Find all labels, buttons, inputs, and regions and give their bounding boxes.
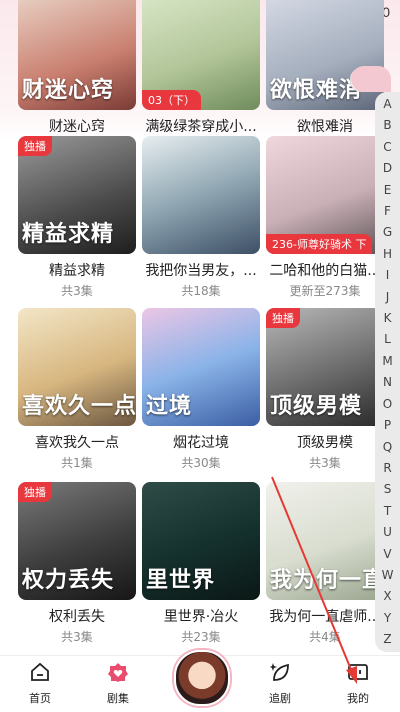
drama-card[interactable]: 我把你当男友，... 共18集 xyxy=(142,136,262,298)
exclusive-badge: 独播 xyxy=(266,308,300,328)
drama-cover[interactable]: 03（下） xyxy=(142,0,260,110)
drama-title[interactable]: 喜欢我久一点 xyxy=(18,432,136,452)
profile-icon xyxy=(348,662,368,682)
center-avatar-button[interactable] xyxy=(174,650,230,706)
alphabet-letter[interactable]: E xyxy=(384,180,392,201)
alphabet-letter[interactable]: M xyxy=(382,351,392,372)
alphabet-letters: ABCDEFGHIJKLMNOPQRSTUVWXYZ xyxy=(375,94,400,651)
home-icon xyxy=(30,662,50,682)
drama-card[interactable]: 权力丢失 独播权利丢失共3集 xyxy=(18,482,138,644)
drama-episode-count: 共3集 xyxy=(61,630,93,644)
drama-cover[interactable]: 欲恨难消 xyxy=(266,0,384,110)
alphabet-letter[interactable]: S xyxy=(384,479,392,500)
alphabet-letter[interactable]: B xyxy=(383,115,391,136)
drama-title[interactable]: 权利丢失 xyxy=(18,606,136,626)
leaf-star-icon xyxy=(270,662,290,682)
cover-title-art: 权力丢失 xyxy=(22,567,115,593)
drama-title[interactable]: 财迷心窍 xyxy=(18,116,136,136)
drama-episode-count: 共18集 xyxy=(181,284,221,298)
alphabet-letter[interactable]: G xyxy=(383,222,392,243)
drama-episode-count: 共30集 xyxy=(181,456,221,470)
drama-title[interactable]: 欲恨难消 xyxy=(266,116,384,136)
alphabet-letter[interactable]: P xyxy=(384,415,391,436)
alphabet-letter[interactable]: Y xyxy=(384,608,391,629)
alphabet-letter[interactable]: D xyxy=(383,158,392,179)
alphabet-letter[interactable]: V xyxy=(383,544,391,565)
drama-card[interactable]: 财迷心窍财迷心窍更新至3集 xyxy=(18,0,138,154)
nav-dramas[interactable]: 剧集 xyxy=(88,656,148,712)
alphabet-letter[interactable]: X xyxy=(383,586,391,607)
cover-title-art: 精益求精 xyxy=(22,221,115,247)
drama-card[interactable]: 顶级男模 独播顶级男模共3集 xyxy=(266,308,386,470)
drama-title[interactable]: 里世界·冶火 xyxy=(142,606,260,626)
drama-cover[interactable]: 我为何一直虐师尊 xyxy=(266,482,384,600)
drama-episode-count: 共4集 xyxy=(309,630,341,644)
cover-title-art: 财迷心窍 xyxy=(22,77,115,103)
alphabet-letter[interactable]: N xyxy=(383,372,392,393)
drama-card[interactable]: 精益求精 独播精益求精共3集 xyxy=(18,136,138,298)
alphabet-letter[interactable]: O xyxy=(383,394,392,415)
alphabet-letter[interactable]: R xyxy=(383,458,391,479)
nav-dramas-label: 剧集 xyxy=(107,692,129,705)
exclusive-badge: 独播 xyxy=(18,482,52,502)
nav-following-label: 追剧 xyxy=(269,692,291,705)
drama-episode-count: 共3集 xyxy=(309,456,341,470)
cover-title-art: 过境 xyxy=(146,393,193,419)
drama-cover[interactable] xyxy=(142,136,260,254)
drama-episode-count: 共3集 xyxy=(61,284,93,298)
drama-title[interactable]: 我为何一直虐师... xyxy=(266,606,384,626)
drama-cover[interactable]: 精益求精 独播 xyxy=(18,136,136,254)
alphabet-letter[interactable]: F xyxy=(384,201,391,222)
drama-card[interactable]: 里世界里世界·冶火共23集 xyxy=(142,482,262,644)
alphabet-letter[interactable]: L xyxy=(384,329,391,350)
cover-title-art: 顶级男模 xyxy=(270,393,363,419)
drama-cover[interactable]: 236-师尊好骑术 下 xyxy=(266,136,384,254)
episode-badge: 03（下） xyxy=(142,90,201,110)
drama-title[interactable]: 满级绿茶穿成小... xyxy=(142,116,260,136)
nav-following[interactable]: 追剧 xyxy=(250,656,310,712)
drama-card[interactable]: 03（下）满级绿茶穿成小...更新至20集 xyxy=(142,0,262,154)
alphabet-letter[interactable]: Q xyxy=(383,437,392,458)
drama-cover[interactable]: 喜欢久一点 xyxy=(18,308,136,426)
alphabet-index-tab xyxy=(351,66,391,92)
nav-home[interactable]: 首页 xyxy=(10,656,70,712)
alphabet-letter[interactable]: I xyxy=(386,265,390,286)
drama-cover[interactable]: 过境 xyxy=(142,308,260,426)
nav-home-label: 首页 xyxy=(29,692,51,705)
nav-profile-label: 我的 xyxy=(347,692,369,705)
alphabet-letter[interactable]: U xyxy=(383,522,392,543)
nav-profile[interactable]: 我的 xyxy=(328,656,388,712)
drama-cover[interactable]: 里世界 xyxy=(142,482,260,600)
drama-title[interactable]: 我把你当男友，... xyxy=(142,260,260,280)
drama-card[interactable]: 过境烟花过境共30集 xyxy=(142,308,262,470)
drama-cover[interactable]: 财迷心窍 xyxy=(18,0,136,110)
drama-title[interactable]: 顶级男模 xyxy=(266,432,384,452)
drama-episode-count: 共1集 xyxy=(61,456,93,470)
episode-badge: 236-师尊好骑术 下 xyxy=(266,234,373,254)
alphabet-letter[interactable]: W xyxy=(382,565,394,586)
alphabet-letter[interactable]: K xyxy=(384,308,392,329)
drama-episode-count: 共23集 xyxy=(181,630,221,644)
drama-card[interactable]: 236-师尊好骑术 下二哈和他的白猫... 更新至273集 xyxy=(266,136,386,298)
drama-title[interactable]: 二哈和他的白猫... xyxy=(266,260,384,280)
alphabet-letter[interactable]: J xyxy=(386,287,390,308)
alphabet-index[interactable]: ABCDEFGHIJKLMNOPQRSTUVWXYZ xyxy=(351,66,400,652)
exclusive-badge: 独播 xyxy=(18,136,52,156)
alphabet-letter[interactable]: H xyxy=(383,244,392,265)
alphabet-letter[interactable]: Z xyxy=(383,629,391,650)
cover-title-art: 我为何一直虐师尊 xyxy=(270,567,384,593)
drama-card[interactable]: 我为何一直虐师尊我为何一直虐师... 共4集 xyxy=(266,482,386,644)
drama-title[interactable]: 烟花过境 xyxy=(142,432,260,452)
alphabet-letter[interactable]: C xyxy=(383,137,391,158)
drama-cover[interactable]: 顶级男模 独播 xyxy=(266,308,384,426)
drama-title[interactable]: 精益求精 xyxy=(18,260,136,280)
cover-title-art: 里世界 xyxy=(146,567,216,593)
cover-title-art: 喜欢久一点 xyxy=(22,393,136,419)
drama-cover[interactable]: 权力丢失 独播 xyxy=(18,482,136,600)
alphabet-letter[interactable]: A xyxy=(383,94,391,115)
alphabet-letter[interactable]: T xyxy=(384,501,391,522)
heart-badge-icon xyxy=(108,662,128,682)
drama-episode-count: 更新至273集 xyxy=(289,284,361,298)
drama-card[interactable]: 喜欢久一点喜欢我久一点共1集 xyxy=(18,308,138,470)
